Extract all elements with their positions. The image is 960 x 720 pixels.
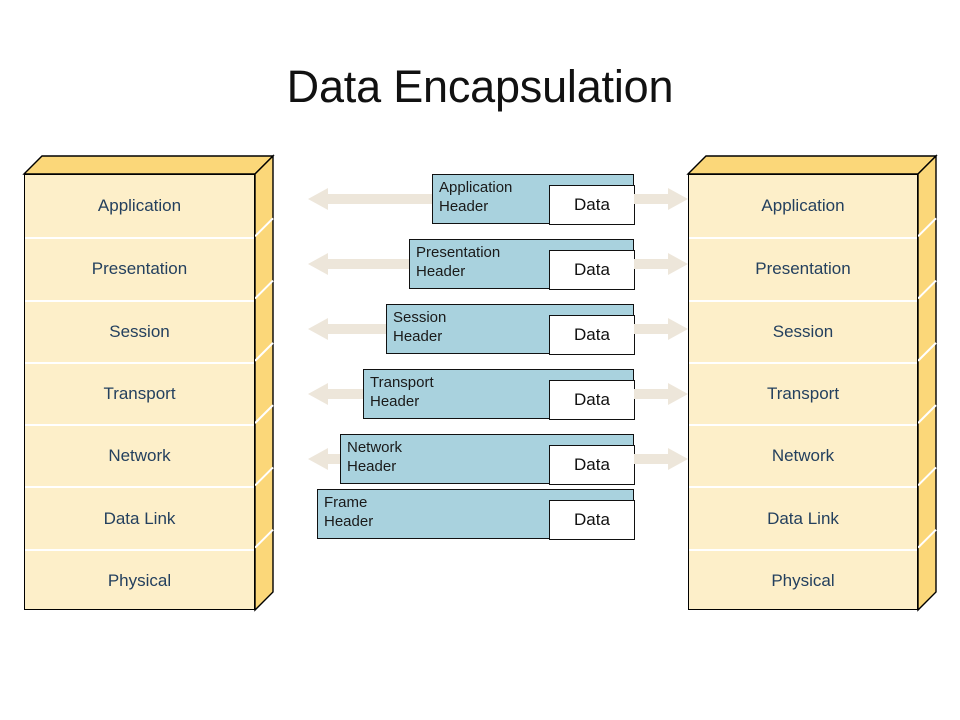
encapsulation-rows: Application Header Data Presentation Heade… xyxy=(0,0,960,720)
slide-canvas: Data Encapsulation Application Presentati… xyxy=(0,0,960,720)
data-payload-box[interactable]: Data xyxy=(549,500,635,540)
encapsulation-row: Frame Header Data xyxy=(0,0,960,720)
